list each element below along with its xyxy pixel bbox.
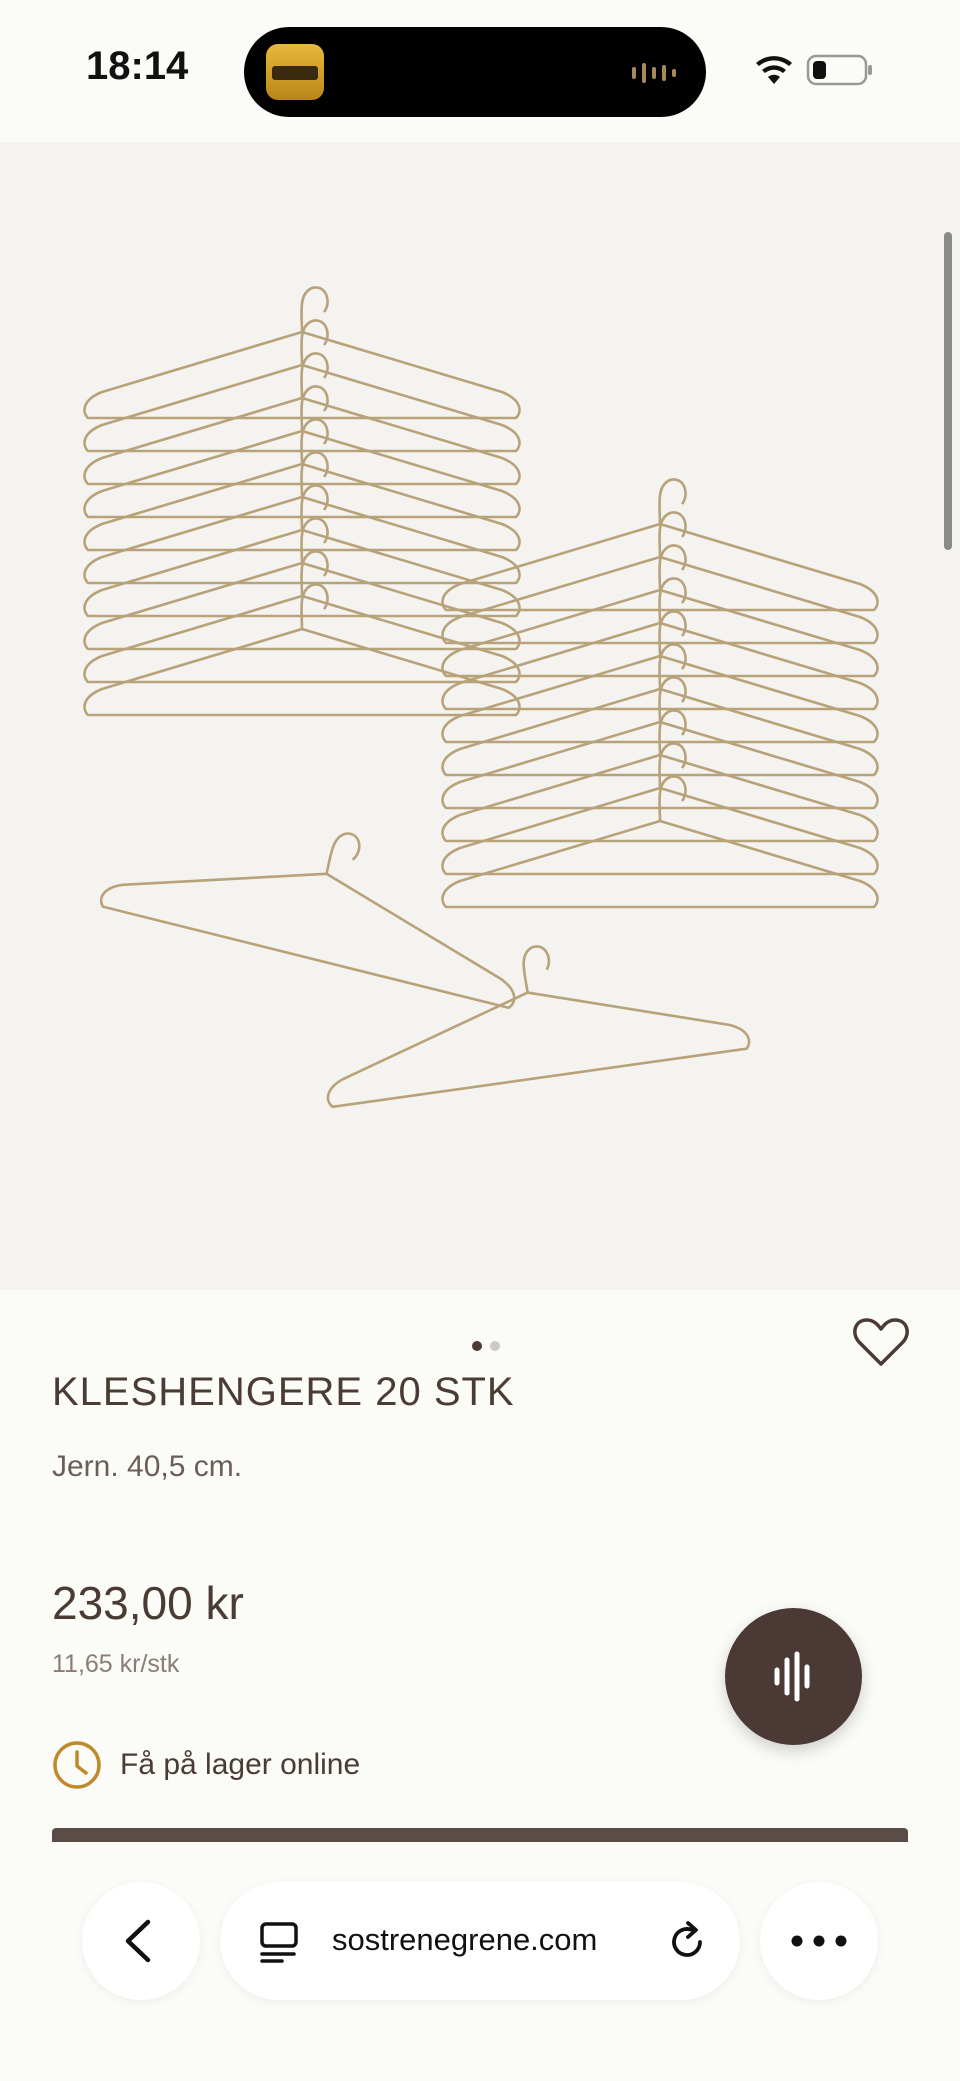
- battery-icon: [806, 54, 872, 86]
- add-to-cart-button[interactable]: [52, 1828, 908, 1842]
- product-description: Jern. 40,5 cm.: [52, 1450, 243, 1483]
- browser-toolbar: sostrenegrene.com: [0, 1842, 960, 2081]
- stock-label: Få på lager online: [120, 1748, 361, 1781]
- image-pager[interactable]: [472, 1341, 502, 1353]
- url-text[interactable]: sostrenegrene.com: [332, 1922, 597, 1958]
- pager-dot[interactable]: [490, 1341, 500, 1351]
- wifi-icon: [756, 56, 792, 84]
- audio-wave-icon: [632, 63, 676, 83]
- scroll-indicator[interactable]: [944, 232, 952, 550]
- status-time: 18:14: [86, 44, 189, 88]
- hangers-illustration: [83, 286, 879, 1109]
- dynamic-island[interactable]: [244, 27, 706, 117]
- product-image[interactable]: [0, 142, 960, 1290]
- reload-icon[interactable]: [666, 1920, 710, 1964]
- unit-price: 11,65 kr/stk: [52, 1650, 180, 1678]
- address-bar[interactable]: sostrenegrene.com: [220, 1882, 740, 2000]
- tabs-icon[interactable]: [258, 1920, 302, 1964]
- more-icon: [791, 1935, 847, 1947]
- pager-dot-active[interactable]: [472, 1341, 482, 1351]
- product-title: KLESHENGERE 20 STK: [52, 1370, 515, 1414]
- back-button[interactable]: [82, 1882, 200, 2000]
- voice-assistant-button[interactable]: [725, 1608, 862, 1745]
- back-icon: [125, 1919, 151, 1963]
- voice-icon: [774, 1651, 810, 1702]
- hanger: [326, 945, 751, 1109]
- status-icons: [756, 54, 872, 86]
- clock-icon: [53, 1741, 101, 1789]
- product-price: 233,00 kr: [52, 1577, 244, 1629]
- status-bar: 18:14: [0, 0, 960, 142]
- now-playing-app-icon[interactable]: [266, 44, 324, 100]
- more-button[interactable]: [760, 1882, 878, 2000]
- hanger: [99, 832, 516, 1010]
- heart-icon[interactable]: [852, 1316, 910, 1368]
